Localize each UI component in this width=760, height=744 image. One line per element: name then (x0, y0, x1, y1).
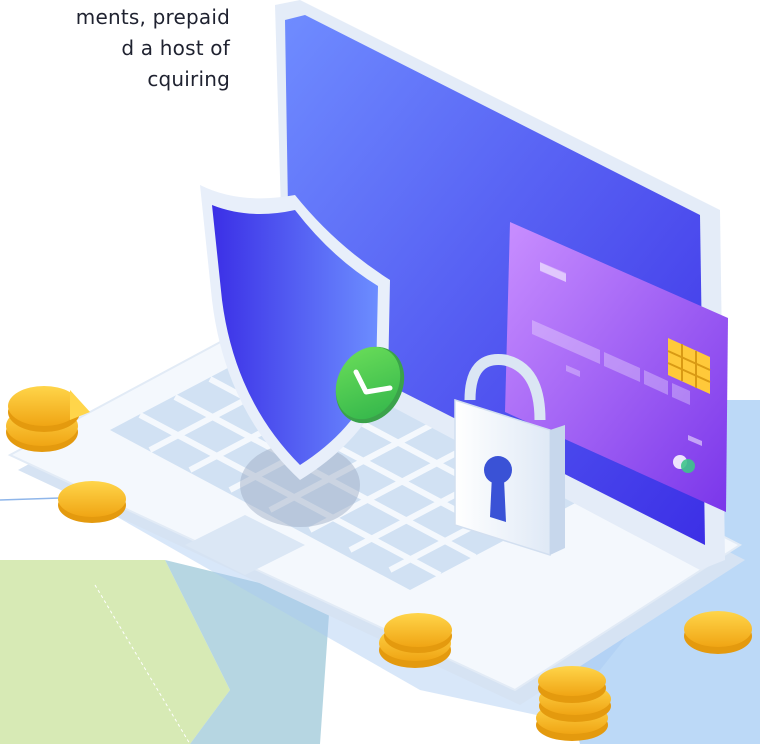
coin-stack-bottom-icon (536, 666, 611, 741)
coin-center-icon (379, 613, 452, 668)
coin-left-icon (58, 481, 126, 523)
coin-right-icon (684, 611, 752, 654)
security-illustration (0, 0, 760, 744)
